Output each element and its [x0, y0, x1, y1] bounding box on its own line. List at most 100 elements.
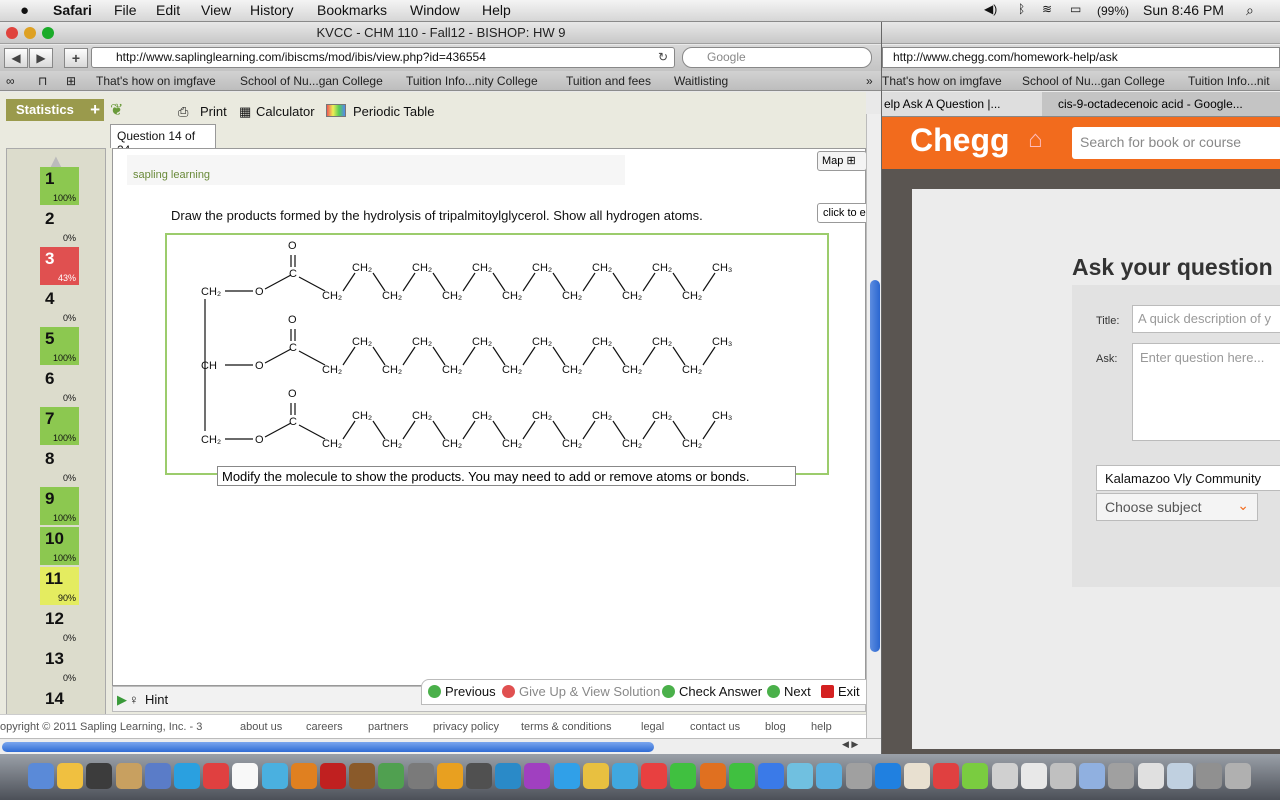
- methylene-atom[interactable]: CH₂: [652, 262, 672, 274]
- methylene-atom[interactable]: CH₂: [322, 364, 342, 376]
- statistics-button[interactable]: Statistics +: [6, 99, 104, 121]
- forward-button[interactable]: ▶: [29, 48, 53, 68]
- footer-careers[interactable]: careers: [306, 721, 343, 733]
- bond-line[interactable]: [492, 420, 506, 440]
- previous-button[interactable]: Previous: [428, 684, 496, 699]
- dock-app-icon[interactable]: [1196, 763, 1222, 789]
- bond-line[interactable]: [432, 420, 446, 440]
- question-item-2[interactable]: 2 0%: [40, 207, 79, 245]
- methylene-atom[interactable]: CH₂: [412, 336, 432, 348]
- tripalmitoylglycerol-drawing[interactable]: CH₂ O C O CH₂ CH₂ CH₂ CH₂ CH₂ CH₂ CH₂ CH₂ CH₂ CH₂ CH₂ C…: [167, 235, 827, 473]
- vertical-scroll-thumb[interactable]: [870, 280, 880, 652]
- bond-line[interactable]: [582, 272, 596, 292]
- bond-line[interactable]: [492, 346, 506, 366]
- bond-line[interactable]: [372, 346, 386, 366]
- question-item-5[interactable]: 5 100%: [40, 327, 79, 365]
- methylene-atom[interactable]: CH₂: [352, 262, 372, 274]
- question-tab[interactable]: Question 14 of 24: [110, 124, 216, 157]
- bookmark-tuition-fees[interactable]: Tuition and fees: [566, 74, 651, 88]
- bond-line[interactable]: [298, 276, 326, 292]
- carbonyl-carbon-atom[interactable]: C: [289, 342, 297, 354]
- footer-terms[interactable]: terms & conditions: [521, 721, 611, 733]
- bond-line[interactable]: [672, 346, 686, 366]
- bond-line[interactable]: [672, 420, 686, 440]
- bond-line[interactable]: [612, 420, 626, 440]
- bond-line[interactable]: [642, 420, 656, 440]
- bond-line[interactable]: [342, 272, 356, 292]
- methylene-atom[interactable]: CH₂: [592, 336, 612, 348]
- search-field[interactable]: Google: [682, 47, 872, 68]
- bond-line[interactable]: [462, 272, 476, 292]
- dock-app-icon[interactable]: [582, 763, 609, 789]
- dock-app-icon[interactable]: [962, 763, 989, 789]
- ester-oxygen-atom[interactable]: O: [255, 286, 264, 298]
- dock-app-icon[interactable]: [349, 763, 376, 789]
- periodic-table-icon[interactable]: [326, 104, 346, 117]
- dock-app-icon[interactable]: [612, 763, 638, 789]
- footer-privacy[interactable]: privacy policy: [433, 721, 499, 733]
- periodic-table-link[interactable]: Periodic Table: [353, 104, 434, 119]
- hint-arrow-icon[interactable]: ▶: [117, 692, 127, 708]
- dock-app-icon[interactable]: [1108, 763, 1135, 789]
- methylene-atom[interactable]: CH₂: [412, 262, 432, 274]
- title-input[interactable]: A quick description of y: [1132, 305, 1280, 333]
- methylene-atom[interactable]: CH₂: [562, 290, 582, 302]
- methylene-atom[interactable]: CH₂: [382, 438, 402, 450]
- zoom-button[interactable]: [42, 27, 54, 39]
- methylene-atom[interactable]: CH₂: [622, 290, 642, 302]
- dock-app-icon[interactable]: [495, 763, 522, 789]
- methylene-atom[interactable]: CH₂: [322, 290, 342, 302]
- check-answer-button[interactable]: Check Answer: [662, 684, 762, 699]
- methylene-atom[interactable]: CH₂: [412, 410, 432, 422]
- dock-app-icon[interactable]: [553, 763, 580, 789]
- dock-app-icon[interactable]: [144, 763, 171, 789]
- carbonyl-carbon-atom[interactable]: C: [289, 416, 297, 428]
- dock-app-icon[interactable]: [436, 763, 463, 789]
- bookmark-tuition-info[interactable]: Tuition Info...nity College: [406, 74, 538, 88]
- apple-icon[interactable]: ●: [20, 2, 29, 19]
- home-icon[interactable]: ⌂: [1028, 126, 1043, 154]
- glycerol-ch-atom[interactable]: CH: [201, 360, 217, 372]
- bond-line[interactable]: [462, 346, 476, 366]
- methyl-atom[interactable]: CH₃: [712, 336, 732, 348]
- methylene-atom[interactable]: CH₂: [442, 290, 462, 302]
- dock-app-icon[interactable]: [115, 763, 142, 789]
- dock-app-icon[interactable]: [1020, 763, 1047, 789]
- carbonyl-oxygen-atom[interactable]: O: [288, 314, 297, 326]
- bond-line[interactable]: [264, 348, 292, 364]
- map-button[interactable]: Map ⊞: [817, 151, 867, 171]
- bond-line[interactable]: [372, 420, 386, 440]
- reload-icon[interactable]: ↻: [658, 48, 668, 67]
- bond-line[interactable]: [402, 346, 416, 366]
- bookmark-school[interactable]: School of Nu...gan College: [240, 74, 383, 88]
- dock-app-icon[interactable]: [1137, 763, 1164, 789]
- chegg-logo[interactable]: Chegg: [910, 122, 1010, 159]
- printer-icon[interactable]: ⎙: [178, 104, 188, 120]
- bond-line[interactable]: [552, 420, 566, 440]
- top-sites-icon[interactable]: ⊞: [66, 74, 76, 88]
- dock-app-icon[interactable]: [845, 763, 872, 789]
- dock-app-icon[interactable]: [699, 763, 726, 789]
- methylene-atom[interactable]: CH₂: [532, 336, 552, 348]
- question-item-9[interactable]: 9 100%: [40, 487, 79, 525]
- methyl-atom[interactable]: CH₃: [712, 410, 732, 422]
- question-item-1[interactable]: 1 100%: [40, 167, 79, 205]
- glycerol-ch2-atom[interactable]: CH₂: [201, 434, 221, 446]
- horizontal-scroll-thumb[interactable]: [2, 742, 654, 752]
- question-item-3[interactable]: 3 43%: [40, 247, 79, 285]
- bond-line[interactable]: [462, 420, 476, 440]
- bond-line[interactable]: [552, 272, 566, 292]
- dock-app-icon[interactable]: [290, 763, 317, 789]
- footer-contact[interactable]: contact us: [690, 721, 740, 733]
- methylene-atom[interactable]: CH₂: [442, 364, 462, 376]
- add-bookmark-button[interactable]: +: [64, 48, 88, 68]
- menu-edit[interactable]: Edit: [156, 2, 180, 18]
- dock-app-icon[interactable]: [991, 763, 1018, 789]
- methylene-atom[interactable]: CH₂: [352, 336, 372, 348]
- subject-select[interactable]: Choose subject ⌄: [1096, 493, 1258, 521]
- footer-about[interactable]: about us: [240, 721, 282, 733]
- menu-app-name[interactable]: Safari: [53, 2, 92, 18]
- bond-line[interactable]: [612, 346, 626, 366]
- bond-line[interactable]: [372, 272, 386, 292]
- dock-app-icon[interactable]: [1225, 763, 1252, 789]
